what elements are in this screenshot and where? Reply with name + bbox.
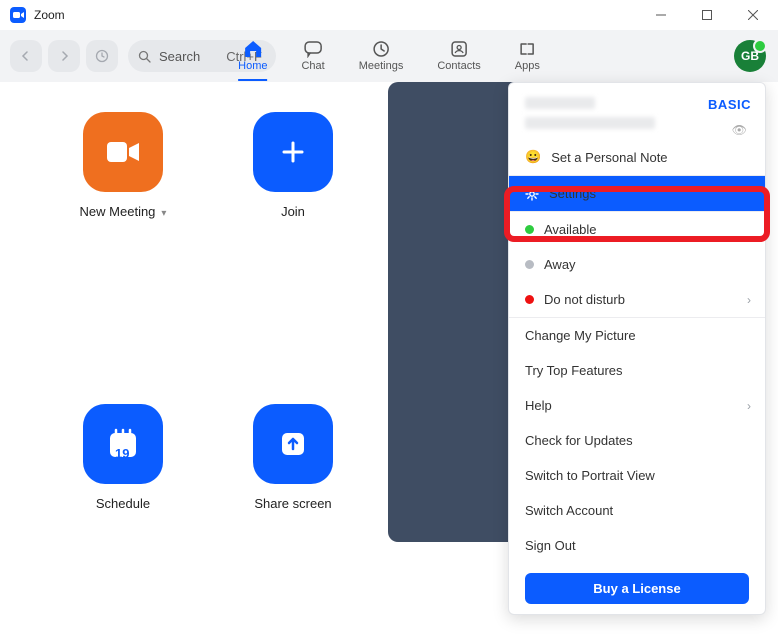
tab-label: Home [238, 60, 267, 72]
sign-out[interactable]: Sign Out [509, 528, 765, 563]
action-label: Join [281, 204, 305, 219]
home-icon [243, 40, 263, 58]
tab-label: Chat [301, 60, 324, 72]
help-menu[interactable]: Help › [509, 388, 765, 423]
close-button[interactable] [730, 0, 776, 30]
history-button[interactable] [86, 40, 118, 72]
switch-account[interactable]: Switch Account [509, 493, 765, 528]
window-title: Zoom [34, 8, 65, 22]
nav-back-button[interactable] [10, 40, 42, 72]
minimize-button[interactable] [638, 0, 684, 30]
change-picture[interactable]: Change My Picture [509, 318, 765, 353]
tab-chat[interactable]: Chat [301, 40, 324, 72]
menu-item-label: Do not disturb [544, 292, 625, 307]
title-bar: Zoom [0, 0, 778, 30]
tab-meetings[interactable]: Meetings [359, 40, 404, 72]
search-label: Search [159, 49, 200, 64]
settings-menu-item[interactable]: Settings [509, 176, 765, 211]
share-icon [253, 404, 333, 484]
zoom-logo-icon [10, 7, 26, 23]
title-bar-left: Zoom [10, 7, 65, 23]
video-icon [83, 112, 163, 192]
tab-apps[interactable]: Apps [515, 40, 540, 72]
window-controls [638, 0, 776, 30]
status-dot-icon [525, 225, 534, 234]
smile-icon: 😀 [525, 149, 541, 165]
menu-item-label: Settings [549, 186, 596, 201]
try-top-features[interactable]: Try Top Features [509, 353, 765, 388]
tab-home[interactable]: Home [238, 40, 267, 72]
menu-item-label: Switch Account [525, 503, 613, 518]
action-label: Share screen [254, 496, 331, 511]
tab-label: Contacts [437, 60, 480, 72]
menu-item-label: Change My Picture [525, 328, 636, 343]
profile-header: BASIC 👁 [509, 83, 765, 139]
avatar[interactable]: GB [734, 40, 766, 72]
contacts-icon [449, 40, 469, 58]
chevron-right-icon: › [747, 399, 751, 413]
profile-menu: BASIC 👁 😀 Set a Personal Note Settings A… [508, 82, 766, 615]
search-icon [138, 50, 151, 63]
status-available[interactable]: Available [509, 212, 765, 247]
apps-icon [517, 40, 537, 58]
menu-item-label: Check for Updates [525, 433, 633, 448]
set-personal-note[interactable]: 😀 Set a Personal Note [509, 139, 765, 175]
share-screen-button[interactable]: Share screen [218, 404, 368, 636]
switch-portrait[interactable]: Switch to Portrait View [509, 458, 765, 493]
chevron-down-icon[interactable]: ▾ [161, 208, 166, 219]
profile-name-redacted [525, 97, 595, 109]
main-tabs: Home Chat Meetings Contacts Apps [238, 30, 540, 82]
status-away[interactable]: Away [509, 247, 765, 282]
gear-icon [525, 187, 539, 201]
tab-contacts[interactable]: Contacts [437, 40, 480, 72]
schedule-button[interactable]: 19 Schedule [48, 404, 198, 636]
status-dnd[interactable]: Do not disturb › [509, 282, 765, 317]
plus-icon [253, 112, 333, 192]
tab-label: Meetings [359, 60, 404, 72]
tab-label: Apps [515, 60, 540, 72]
menu-item-label: Try Top Features [525, 363, 623, 378]
license-badge: BASIC [708, 97, 751, 112]
button-label: Buy a License [593, 581, 680, 596]
top-bar: Search Ctrl+F Home Chat Meetings Contact… [0, 30, 778, 82]
menu-item-label: Sign Out [525, 538, 576, 553]
calendar-icon: 19 [83, 404, 163, 484]
join-button[interactable]: Join [218, 112, 368, 344]
nav-forward-button[interactable] [48, 40, 80, 72]
reveal-icon[interactable]: 👁 [732, 123, 747, 137]
new-meeting-button[interactable]: New Meeting▾ [48, 112, 198, 344]
status-dot-icon [525, 295, 534, 304]
check-updates[interactable]: Check for Updates [509, 423, 765, 458]
menu-item-label: Away [544, 257, 576, 272]
clock-icon [371, 40, 391, 58]
chevron-right-icon: › [747, 293, 751, 307]
menu-item-label: Switch to Portrait View [525, 468, 655, 483]
status-dot-icon [525, 260, 534, 269]
avatar-initials: GB [741, 49, 759, 63]
action-grid: New Meeting▾ Join 19 Schedule Share scre… [48, 112, 368, 636]
action-label: New Meeting▾ [80, 204, 167, 219]
menu-item-label: Help [525, 398, 552, 413]
buy-license-button[interactable]: Buy a License [525, 573, 749, 604]
chat-icon [303, 40, 323, 58]
menu-item-label: Available [544, 222, 597, 237]
maximize-button[interactable] [684, 0, 730, 30]
profile-email-redacted [525, 117, 655, 129]
action-label: Schedule [96, 496, 150, 511]
calendar-day: 19 [115, 446, 129, 461]
menu-item-label: Set a Personal Note [551, 150, 667, 165]
